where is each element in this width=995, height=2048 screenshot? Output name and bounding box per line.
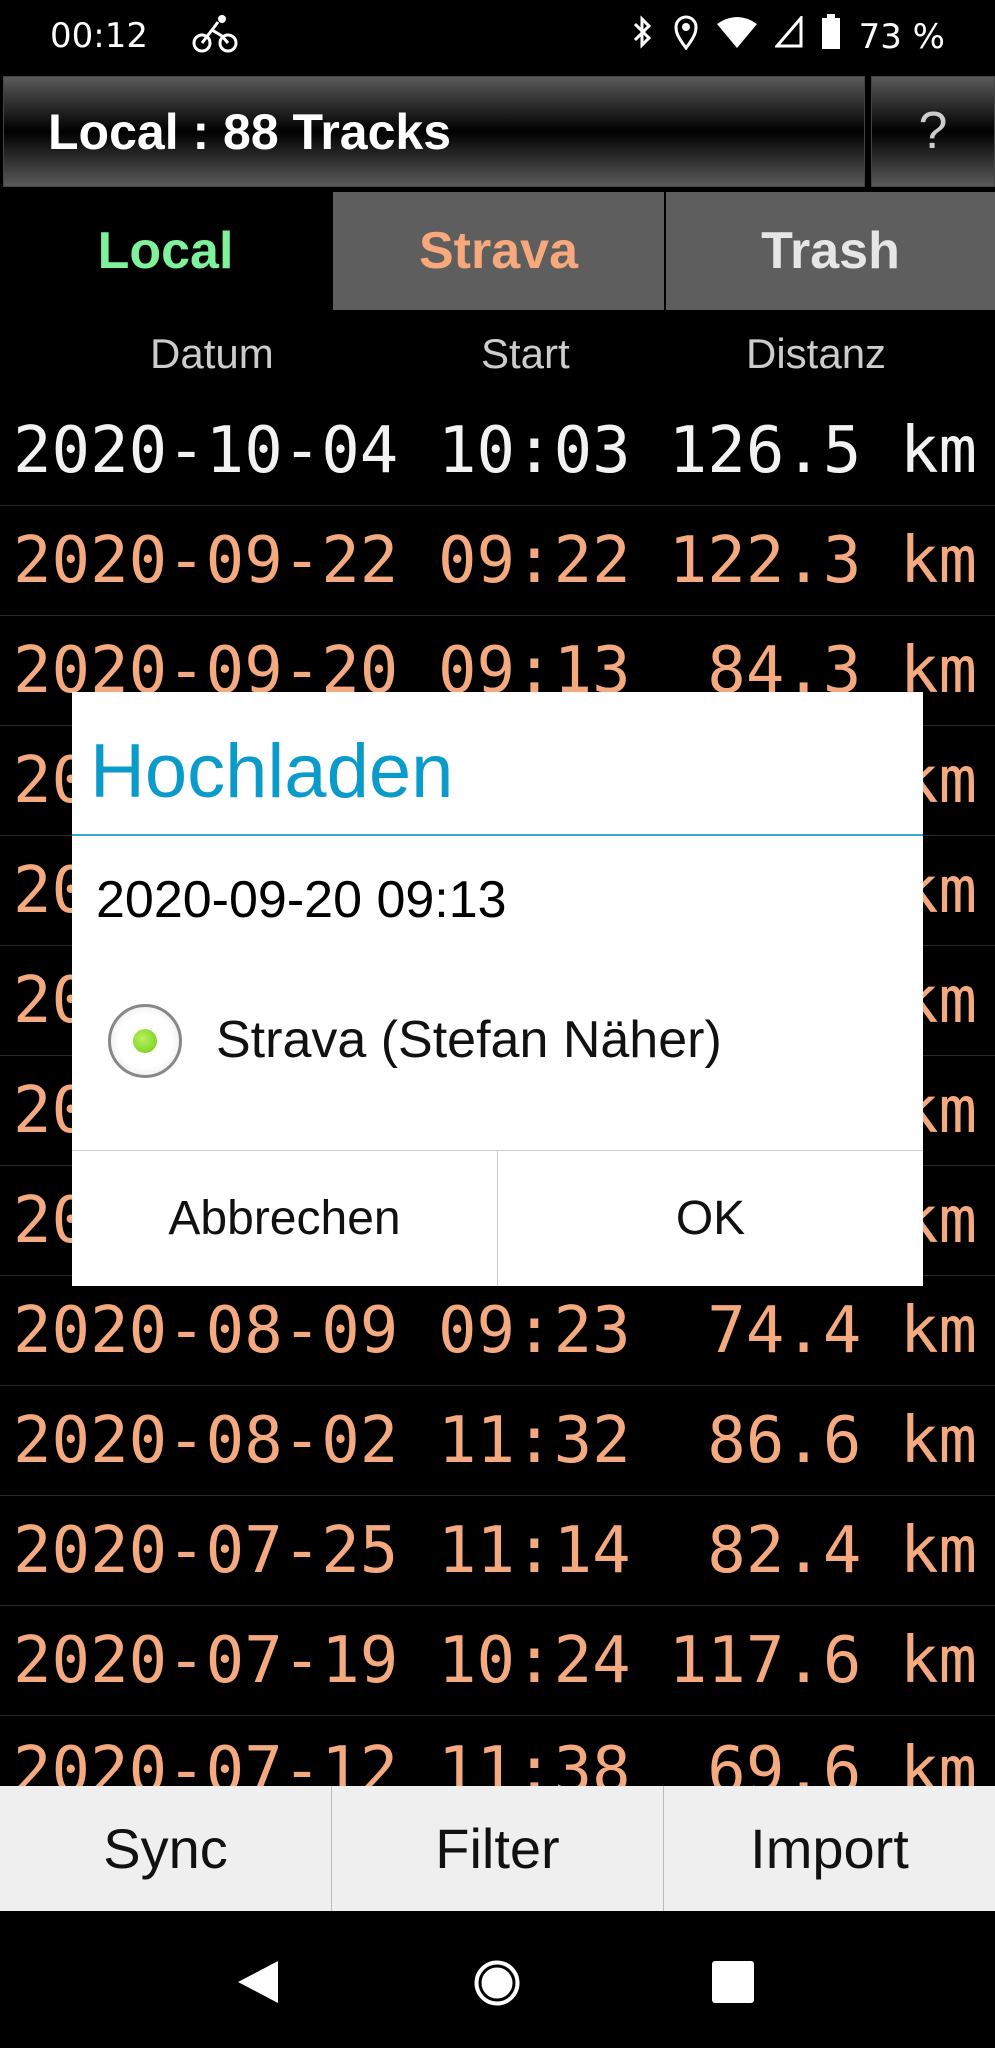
recents-icon[interactable] [712, 1961, 754, 2008]
wifi-icon [716, 16, 757, 57]
back-icon[interactable] [236, 1959, 280, 2010]
bottom-toolbar: Sync Filter Import [0, 1786, 995, 1911]
track-date: 2020-07-12 [13, 1734, 399, 1786]
track-date: 2020-10-04 [13, 414, 399, 488]
track-start-time: 11:38 [438, 1734, 631, 1786]
dialog-title: Hochladen [90, 729, 454, 814]
track-distance: 74.4 km [707, 1294, 977, 1368]
filter-button[interactable]: Filter [332, 1786, 664, 1911]
bluetooth-icon [631, 14, 655, 59]
track-distance: 82.4 km [707, 1514, 977, 1588]
track-date: 2020-08-09 [13, 1294, 399, 1368]
track-start-time: 10:03 [438, 414, 631, 488]
tab-strava[interactable]: Strava [333, 192, 664, 310]
import-button[interactable]: Import [664, 1786, 995, 1911]
status-bar: 00:12 73 % [0, 0, 995, 75]
column-header-distance[interactable]: Distanz [746, 330, 886, 378]
column-header-start[interactable]: Start [481, 330, 570, 378]
tab-trash[interactable]: Trash [666, 192, 995, 310]
track-date: 2020-07-25 [13, 1514, 399, 1588]
track-start-time: 10:24 [438, 1624, 631, 1698]
location-icon [673, 14, 699, 59]
track-row[interactable]: 2020-07-19 10:24 117.6 km [0, 1606, 995, 1716]
track-distance: 117.6 km [668, 1624, 977, 1698]
help-button[interactable]: ? [871, 76, 995, 187]
strava-radio-button[interactable] [108, 1004, 182, 1078]
track-distance: 122.3 km [668, 524, 977, 598]
track-date: 2020-07-19 [13, 1624, 399, 1698]
strava-option-label[interactable]: Strava (Stefan Näher) [216, 1010, 722, 1070]
bicycle-icon [192, 14, 238, 63]
track-start-time: 09:22 [438, 524, 631, 598]
home-icon[interactable] [471, 1957, 523, 2014]
battery-icon [821, 14, 841, 59]
dialog-title-divider [72, 834, 923, 836]
radio-selected-dot [133, 1029, 157, 1053]
track-row[interactable]: 2020-07-12 11:38 69.6 km [0, 1716, 995, 1786]
track-row[interactable]: 2020-10-04 10:03 126.5 km [0, 396, 995, 506]
ok-button[interactable]: OK [498, 1151, 923, 1286]
tab-local[interactable]: Local [0, 192, 331, 310]
title-bar: Local : 88 Tracks [3, 76, 865, 187]
column-header-date[interactable]: Datum [150, 330, 274, 378]
status-time: 00:12 [50, 16, 148, 56]
upload-dialog: Hochladen 2020-09-20 09:13 Strava (Stefa… [72, 692, 923, 1286]
signal-icon [773, 13, 803, 57]
sync-button[interactable]: Sync [0, 1786, 332, 1911]
track-start-time: 11:32 [438, 1404, 631, 1478]
track-date: 2020-08-02 [13, 1404, 399, 1478]
track-start-time: 11:14 [438, 1514, 631, 1588]
dialog-track-datetime: 2020-09-20 09:13 [96, 871, 507, 929]
track-distance: 126.5 km [668, 414, 977, 488]
navigation-bar [0, 1911, 995, 2048]
track-row[interactable]: 2020-07-25 11:14 82.4 km [0, 1496, 995, 1606]
track-distance: 69.6 km [707, 1734, 977, 1786]
track-row[interactable]: 2020-09-22 09:22 122.3 km [0, 506, 995, 616]
page-title: Local : 88 Tracks [48, 104, 452, 160]
track-row[interactable]: 2020-08-02 11:32 86.6 km [0, 1386, 995, 1496]
track-row[interactable]: 2020-08-09 09:23 74.4 km [0, 1276, 995, 1386]
battery-level: 73 % [858, 16, 945, 57]
track-date: 2020-09-22 [13, 524, 399, 598]
track-start-time: 09:23 [438, 1294, 631, 1368]
track-distance: 86.6 km [707, 1404, 977, 1478]
cancel-button[interactable]: Abbrechen [72, 1151, 498, 1286]
